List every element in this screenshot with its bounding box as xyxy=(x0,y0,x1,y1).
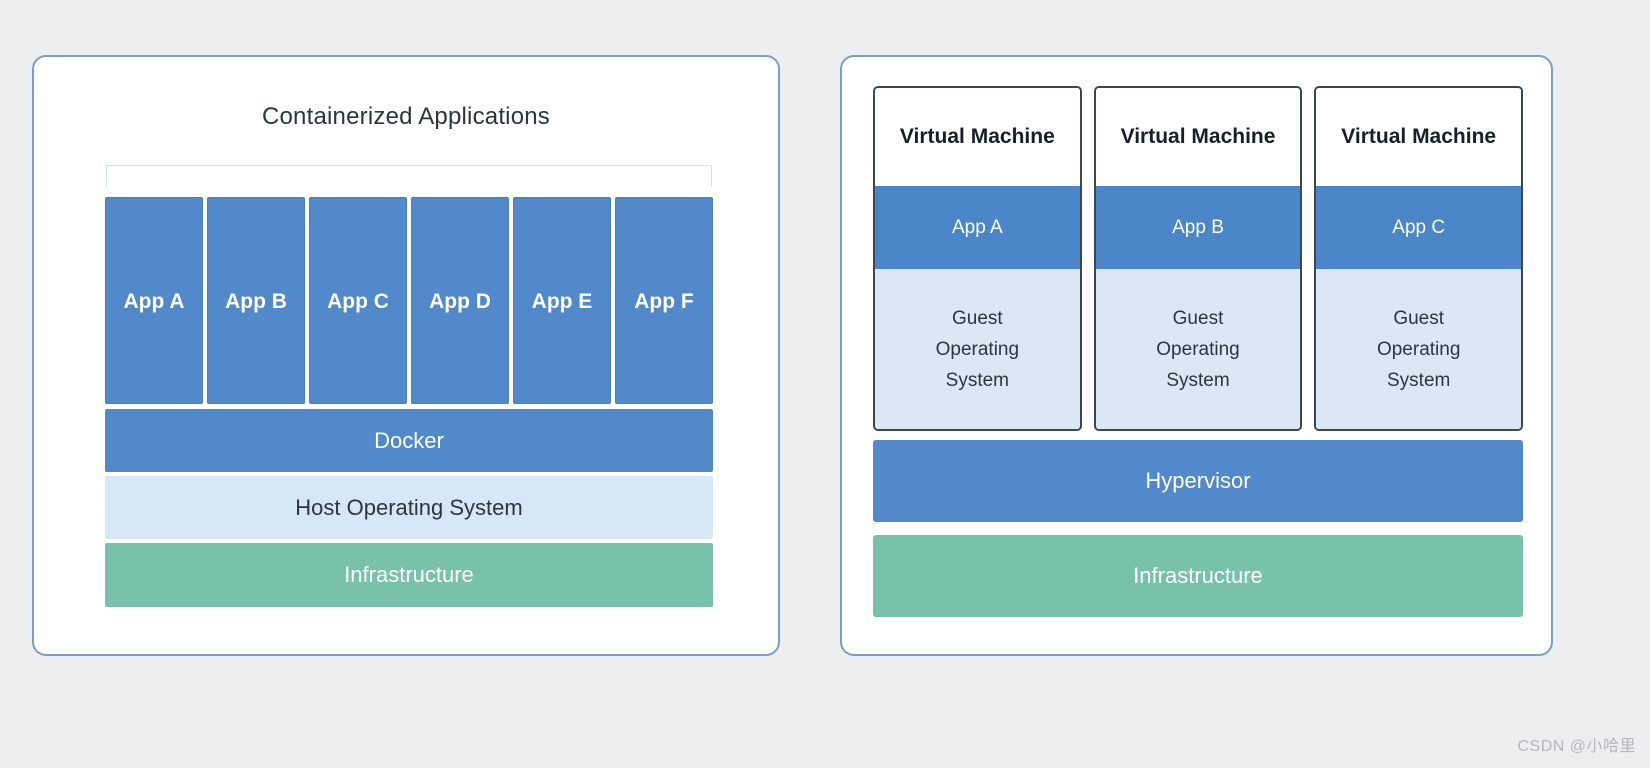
containers-panel: Containerized Applications App A App B A… xyxy=(32,55,780,656)
virtual-machine-3-guest-os[interactable]: Guest Operating System xyxy=(1316,269,1522,429)
virtual-machine-1-title: Virtual Machine xyxy=(875,88,1080,186)
app-box-d[interactable]: App D xyxy=(411,197,509,404)
app-box-b[interactable]: App B xyxy=(207,197,305,404)
virtual-machine-2-title: Virtual Machine xyxy=(1095,88,1301,186)
hypervisor-layer[interactable]: Hypervisor xyxy=(873,440,1523,522)
virtual-machine-2[interactable]: Virtual Machine App B Guest Operating Syst… xyxy=(1093,86,1303,431)
containers-panel-title: Containerized Applications xyxy=(261,103,551,130)
app-box-b-label: App B xyxy=(225,290,287,313)
app-box-e-label: App E xyxy=(531,290,593,313)
infrastructure-layer-vms[interactable]: Infrastructure xyxy=(873,535,1523,617)
virtual-machine-3-title: Virtual Machine xyxy=(1316,88,1522,186)
app-box-a[interactable]: App A xyxy=(105,197,203,404)
virtual-machine-3[interactable]: Virtual Machine App C Guest Operating Syst… xyxy=(1314,86,1524,431)
virtual-machine-1-app[interactable]: App A xyxy=(875,186,1080,269)
watermark: CSDN @小哈里 xyxy=(1517,738,1636,755)
app-box-a-label: App A xyxy=(123,290,185,313)
virtual-machine-2-guest-os[interactable]: Guest Operating System xyxy=(1095,269,1301,429)
app-box-c-label: App C xyxy=(327,290,389,313)
app-row: App A App B App C App D App E App F xyxy=(105,197,713,404)
app-box-c[interactable]: App C xyxy=(309,197,407,404)
virtual-machine-1[interactable]: Virtual Machine App A Guest Operating Syst… xyxy=(873,86,1082,431)
docker-layer[interactable]: Docker xyxy=(105,409,713,472)
virtual-machine-3-app[interactable]: App C xyxy=(1316,186,1522,269)
app-box-f-label: App F xyxy=(634,290,694,313)
virtual-machine-1-guest-os[interactable]: Guest Operating System xyxy=(875,269,1080,429)
diagram-stage: Containerized Applications App A App B A… xyxy=(0,0,1650,768)
app-box-d-label: App D xyxy=(429,290,491,313)
virtual-machines-panel: Virtual Machine App A Guest Operating Syst… xyxy=(840,55,1553,656)
app-box-f[interactable]: App F xyxy=(615,197,713,404)
app-box-e[interactable]: App E xyxy=(513,197,611,404)
infrastructure-layer-containers[interactable]: Infrastructure xyxy=(105,543,713,607)
virtual-machine-2-app[interactable]: App B xyxy=(1095,186,1301,269)
apps-bracket xyxy=(106,165,712,187)
host-operating-system-layer[interactable]: Host Operating System xyxy=(105,476,713,539)
virtual-machine-row: Virtual Machine App A Guest Operating Syst… xyxy=(873,86,1524,431)
